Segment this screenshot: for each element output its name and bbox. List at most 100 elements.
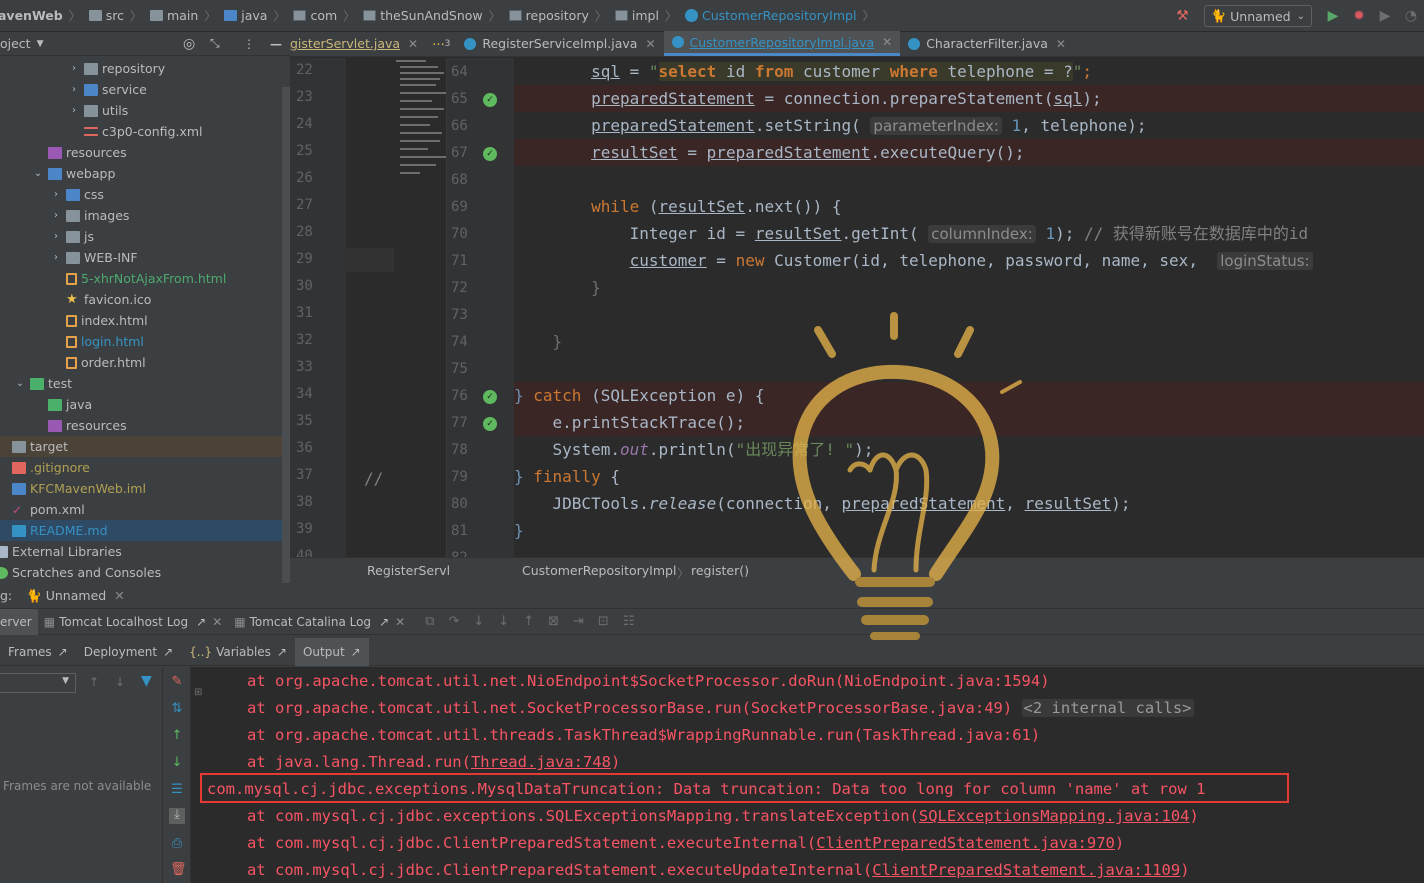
breadcrumb-main[interactable]: main 〉 bbox=[142, 7, 216, 24]
run-with-coverage-icon[interactable]: ▶ bbox=[1372, 5, 1398, 27]
close-icon[interactable]: ✕ bbox=[408, 37, 418, 51]
pin-icon[interactable]: ↗ bbox=[351, 645, 361, 659]
breadcrumb-repository[interactable]: repository 〉 bbox=[501, 7, 607, 24]
arrow-up-icon[interactable]: ↑ bbox=[170, 729, 184, 743]
breakpoint-check-icon[interactable]: ✓ bbox=[483, 390, 497, 404]
breadcrumb-project[interactable]: avenWeb 〉 bbox=[0, 7, 81, 24]
breadcrumb-com[interactable]: com 〉 bbox=[285, 7, 355, 24]
tab-registerserviceimpl[interactable]: RegisterServiceImpl.java ✕ bbox=[456, 31, 663, 56]
breadcrumb-java[interactable]: java 〉 bbox=[216, 7, 285, 24]
console-output[interactable]: ⊞ at org.apache.tomcat.util.net.NioEndpo… bbox=[191, 667, 1424, 883]
collapse-icon[interactable]: ⤡ bbox=[210, 36, 220, 51]
project-tree-item[interactable]: External Libraries bbox=[0, 541, 282, 562]
project-tree-item[interactable]: › service bbox=[0, 79, 282, 100]
source-link[interactable]: SQLExceptionsMapping.java:104 bbox=[919, 807, 1190, 825]
project-tree-item[interactable]: README.md bbox=[0, 520, 282, 541]
project-tree-item[interactable]: KFCMavenWeb.iml bbox=[0, 478, 282, 499]
project-tree-item[interactable]: › repository bbox=[0, 58, 282, 79]
close-icon[interactable]: ✕ bbox=[395, 615, 405, 629]
tab-variables[interactable]: {..} Variables ↗ bbox=[181, 645, 295, 659]
debug-icon[interactable]: ✹ bbox=[1346, 5, 1372, 27]
breadcrumb-customerrepositoryimpl[interactable]: CustomerRepositoryImpl 〉 bbox=[677, 7, 874, 24]
target-icon[interactable]: ◎ bbox=[183, 36, 195, 52]
tab-output[interactable]: Output ↗ bbox=[294, 637, 369, 666]
step-into-icon[interactable]: ↓ bbox=[473, 614, 484, 629]
chevron-right-icon[interactable]: › bbox=[50, 189, 62, 200]
thread-select[interactable]: ▼ bbox=[0, 673, 76, 693]
project-tree-item[interactable]: java bbox=[0, 394, 282, 415]
source-link[interactable]: Thread.java:748 bbox=[471, 753, 611, 771]
chevron-right-icon[interactable]: › bbox=[68, 84, 80, 95]
project-tree-item[interactable]: ✓ pom.xml bbox=[0, 499, 282, 520]
run-to-cursor-icon[interactable]: ⇥ bbox=[573, 614, 584, 629]
tab-tomcat-catalina-log[interactable]: ▦ Tomcat Catalina Log ↗ ✕ bbox=[228, 615, 411, 629]
arrow-down-icon[interactable]: ↓ bbox=[170, 756, 184, 770]
editor-breadcrumb-class[interactable]: CustomerRepositoryImpl bbox=[522, 563, 676, 578]
layout-icon[interactable]: ⧉ bbox=[425, 614, 434, 629]
project-tree-item[interactable]: .gitignore bbox=[0, 457, 282, 478]
close-icon[interactable]: ✕ bbox=[882, 35, 892, 49]
tab-deployment[interactable]: Deployment ↗ bbox=[76, 645, 181, 659]
fold-icon[interactable]: ⊞ bbox=[194, 687, 202, 698]
tab-frames[interactable]: Frames ↗ bbox=[0, 645, 76, 659]
tab-registerservlet[interactable]: gisterServlet.java ✕ bbox=[290, 31, 426, 56]
breadcrumb-src[interactable]: src 〉 bbox=[81, 7, 142, 24]
print-icon[interactable]: ⎙ bbox=[170, 837, 184, 851]
pin-icon[interactable]: ↗ bbox=[196, 615, 206, 629]
project-title[interactable]: oject bbox=[0, 36, 31, 51]
pin-icon[interactable]: ↗ bbox=[277, 645, 287, 659]
project-tree-item[interactable]: ⌄ test bbox=[0, 373, 282, 394]
trash-icon[interactable]: 🗑 bbox=[170, 863, 187, 877]
close-icon[interactable]: ✕ bbox=[645, 37, 655, 51]
close-icon[interactable]: ✕ bbox=[1056, 37, 1066, 51]
project-tree-item[interactable]: resources bbox=[0, 142, 282, 163]
more-options-icon[interactable]: ⋮ bbox=[243, 37, 255, 51]
project-tree-item[interactable]: resources bbox=[0, 415, 282, 436]
debug-session-title[interactable]: Unnamed bbox=[46, 588, 106, 603]
project-tree-item[interactable]: ★ favicon.ico bbox=[0, 289, 282, 310]
run-configuration-select[interactable]: 🐈 Unnamed ⌄ bbox=[1203, 5, 1312, 27]
project-tree-item[interactable]: target bbox=[0, 436, 282, 457]
chevron-right-icon[interactable]: › bbox=[68, 63, 80, 74]
tab-server[interactable]: erver bbox=[0, 608, 38, 635]
project-tree-item[interactable]: › utils bbox=[0, 100, 282, 121]
editor-breadcrumb-method[interactable]: register() bbox=[691, 563, 749, 578]
chevron-right-icon[interactable]: › bbox=[50, 252, 62, 263]
breakpoint-check-icon[interactable]: ✓ bbox=[483, 93, 497, 107]
project-tree-item[interactable]: c3p0-config.xml bbox=[0, 121, 282, 142]
internal-calls-fold[interactable]: <2 internal calls> bbox=[1021, 699, 1194, 717]
close-icon[interactable]: ✕ bbox=[114, 588, 124, 603]
code-editor[interactable]: sql = "select id from customer where tel… bbox=[514, 58, 1424, 557]
source-link[interactable]: ClientPreparedStatement.java:1109 bbox=[872, 861, 1180, 879]
project-tree-item[interactable]: index.html bbox=[0, 310, 282, 331]
project-scrollbar[interactable] bbox=[282, 87, 290, 637]
chevron-right-icon[interactable]: › bbox=[50, 210, 62, 221]
pin-icon[interactable]: ↗ bbox=[163, 645, 173, 659]
project-tree-item[interactable]: › WEB-INF bbox=[0, 247, 282, 268]
project-tree-item[interactable]: login.html bbox=[0, 331, 282, 352]
step-out-icon[interactable]: ↑ bbox=[523, 614, 534, 629]
soft-wrap-icon[interactable]: ☰ bbox=[170, 783, 184, 797]
clear-icon[interactable]: ✎ bbox=[170, 675, 184, 689]
chevron-right-icon[interactable]: › bbox=[68, 105, 80, 116]
hide-icon[interactable]: — bbox=[270, 37, 282, 51]
pin-icon[interactable]: ↗ bbox=[58, 645, 68, 659]
evaluate-icon[interactable]: ⊡ bbox=[598, 614, 609, 629]
step-over-icon[interactable]: ↷ bbox=[448, 614, 459, 629]
breadcrumb-thesunandsnow[interactable]: theSunAndSnow 〉 bbox=[355, 7, 501, 24]
trace-icon[interactable]: ☷ bbox=[623, 614, 635, 629]
force-step-into-icon[interactable]: ↓ bbox=[498, 614, 509, 629]
tab-characterfilter[interactable]: CharacterFilter.java ✕ bbox=[900, 31, 1074, 56]
tab-tomcat-localhost-log[interactable]: ▦ Tomcat Localhost Log ↗ ✕ bbox=[38, 615, 229, 629]
project-tree-item[interactable]: Scratches and Consoles bbox=[0, 562, 282, 583]
chevron-down-icon[interactable]: ⌄ bbox=[14, 378, 26, 389]
pin-icon[interactable]: ↗ bbox=[379, 615, 389, 629]
project-tree-item[interactable]: › css bbox=[0, 184, 282, 205]
breadcrumb-impl[interactable]: impl 〉 bbox=[607, 7, 677, 24]
filter-icon[interactable]: ▼ bbox=[141, 673, 152, 689]
arrow-up-icon[interactable]: ↑ bbox=[89, 675, 99, 689]
project-tree-item[interactable]: › js bbox=[0, 226, 282, 247]
arrow-down-icon[interactable]: ↓ bbox=[115, 675, 125, 689]
profile-icon[interactable]: ◔ bbox=[1398, 5, 1424, 27]
sort-icon[interactable]: ⇅ bbox=[170, 702, 184, 716]
